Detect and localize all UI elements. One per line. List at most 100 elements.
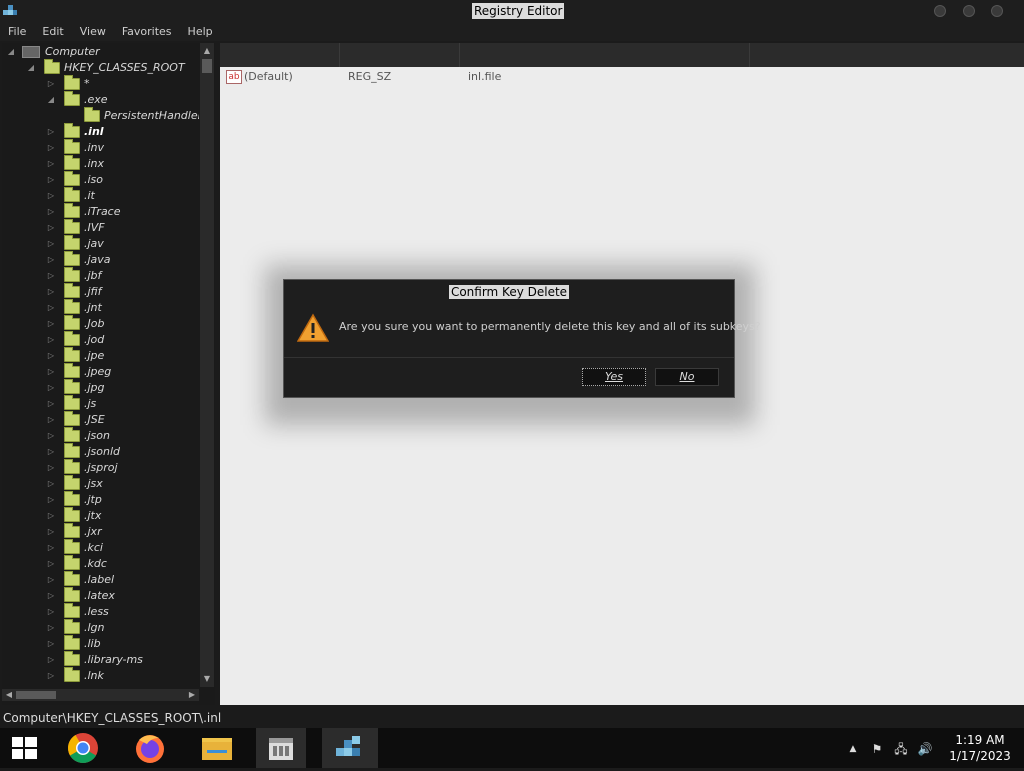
menu-file[interactable]: File xyxy=(0,22,34,41)
tree-item-label: * xyxy=(84,77,90,90)
column-type[interactable] xyxy=(340,43,460,67)
expand-arrow-icon[interactable]: ▷ xyxy=(46,156,56,172)
tree-item-label: .jod xyxy=(84,333,105,346)
expand-arrow-icon[interactable]: ▷ xyxy=(46,124,56,140)
expand-arrow-icon[interactable]: ▷ xyxy=(46,220,56,236)
tree-vertical-scrollbar[interactable]: ▲ ▼ xyxy=(200,43,214,687)
tree-item-label: .lnk xyxy=(84,669,104,682)
expand-arrow-icon[interactable]: ▷ xyxy=(46,284,56,300)
expand-arrow-icon[interactable]: ▷ xyxy=(46,444,56,460)
show-hidden-icons-icon[interactable]: ▲ xyxy=(845,741,861,757)
network-icon[interactable]: 🖧 xyxy=(893,741,909,757)
expand-arrow-icon[interactable]: ▷ xyxy=(46,364,56,380)
expand-arrow-icon[interactable]: ▷ xyxy=(46,348,56,364)
start-button[interactable] xyxy=(0,728,50,768)
scroll-up-icon[interactable]: ▲ xyxy=(201,45,213,57)
folder-icon xyxy=(64,379,80,394)
folder-icon xyxy=(64,427,80,442)
folder-icon xyxy=(84,107,100,122)
collapse-arrow-icon[interactable]: ◢ xyxy=(26,60,36,76)
expand-arrow-icon[interactable]: ▷ xyxy=(46,76,56,92)
tree-item-label: .java xyxy=(84,253,111,266)
close-button[interactable] xyxy=(991,5,1003,17)
menu-help[interactable]: Help xyxy=(180,22,221,41)
clock-date: 1/17/2023 xyxy=(949,749,1011,763)
folder-icon xyxy=(64,171,80,186)
registry-editor-icon xyxy=(3,5,17,15)
registry-editor-icon xyxy=(336,736,360,756)
expand-arrow-icon[interactable]: ▷ xyxy=(46,492,56,508)
window-title: Registry Editor xyxy=(472,3,565,19)
expand-arrow-icon[interactable]: ▷ xyxy=(46,140,56,156)
expand-arrow-icon[interactable]: ▷ xyxy=(46,300,56,316)
tree-horizontal-scrollbar[interactable]: ◀ ▶ xyxy=(2,689,199,701)
column-name[interactable] xyxy=(220,43,340,67)
expand-arrow-icon[interactable]: ▷ xyxy=(46,460,56,476)
scroll-down-icon[interactable]: ▼ xyxy=(201,673,213,685)
expand-arrow-icon[interactable]: ▷ xyxy=(46,476,56,492)
expand-arrow-icon[interactable]: ▷ xyxy=(46,428,56,444)
expand-arrow-icon[interactable]: ▷ xyxy=(46,172,56,188)
scroll-thumb[interactable] xyxy=(16,691,56,699)
expand-arrow-icon[interactable]: ▷ xyxy=(46,620,56,636)
store-taskbar-button[interactable] xyxy=(256,728,306,768)
menu-bar: File Edit View Favorites Help xyxy=(0,22,1024,41)
minimize-button[interactable] xyxy=(934,5,946,17)
collapse-arrow-icon[interactable]: ◢ xyxy=(46,92,56,108)
folder-icon xyxy=(64,315,80,330)
expand-arrow-icon[interactable]: ▷ xyxy=(46,588,56,604)
maximize-button[interactable] xyxy=(963,5,975,17)
expand-arrow-icon[interactable]: ▷ xyxy=(46,188,56,204)
tree-item-label: PersistentHandler xyxy=(104,109,199,122)
value-row[interactable]: ab (Default) REG_SZ inl.file xyxy=(220,69,1024,85)
expand-arrow-icon[interactable]: ▷ xyxy=(46,524,56,540)
yes-button[interactable]: Yes xyxy=(582,368,646,386)
expand-arrow-icon[interactable] xyxy=(66,108,76,124)
expand-arrow-icon[interactable]: ▷ xyxy=(46,556,56,572)
clock[interactable]: 1:19 AM 1/17/2023 xyxy=(944,732,1016,764)
firefox-taskbar-button[interactable] xyxy=(125,728,175,768)
scroll-right-icon[interactable]: ▶ xyxy=(186,689,198,701)
expand-arrow-icon[interactable]: ▷ xyxy=(46,204,56,220)
expand-arrow-icon[interactable]: ▷ xyxy=(46,668,56,684)
menu-view[interactable]: View xyxy=(72,22,114,41)
expand-arrow-icon[interactable]: ▷ xyxy=(46,572,56,588)
folder-icon xyxy=(64,155,80,170)
expand-arrow-icon[interactable]: ▷ xyxy=(46,604,56,620)
tree-item-label: .jsproj xyxy=(84,461,118,474)
expand-arrow-icon[interactable]: ▷ xyxy=(46,316,56,332)
tree-item-label: .jxr xyxy=(84,525,102,538)
column-data[interactable] xyxy=(460,43,750,67)
expand-arrow-icon[interactable]: ▷ xyxy=(46,412,56,428)
folder-icon xyxy=(44,59,60,74)
scroll-thumb[interactable] xyxy=(202,59,212,73)
expand-arrow-icon[interactable]: ▷ xyxy=(46,332,56,348)
tree-item-label: .jtp xyxy=(84,493,102,506)
folder-icon xyxy=(64,571,80,586)
expand-arrow-icon[interactable]: ▷ xyxy=(46,508,56,524)
expand-arrow-icon[interactable]: ▷ xyxy=(46,652,56,668)
chrome-taskbar-button[interactable] xyxy=(58,728,108,768)
folder-icon xyxy=(64,603,80,618)
no-button[interactable]: No xyxy=(655,368,719,386)
action-center-flag-icon[interactable]: ⚑ xyxy=(869,741,885,757)
expand-arrow-icon[interactable]: ▷ xyxy=(46,396,56,412)
expand-arrow-icon[interactable]: ▷ xyxy=(46,236,56,252)
registry-editor-taskbar-button[interactable] xyxy=(322,728,378,768)
menu-edit[interactable]: Edit xyxy=(34,22,71,41)
file-explorer-taskbar-button[interactable] xyxy=(192,728,242,768)
dialog-message: Are you sure you want to permanently del… xyxy=(339,320,761,333)
volume-icon[interactable]: 🔊 xyxy=(917,741,933,757)
collapse-arrow-icon[interactable]: ◢ xyxy=(6,44,16,60)
chrome-icon xyxy=(67,733,98,764)
expand-arrow-icon[interactable]: ▷ xyxy=(46,636,56,652)
menu-favorites[interactable]: Favorites xyxy=(114,22,180,41)
folder-icon xyxy=(64,411,80,426)
tree-item-label: .jfif xyxy=(84,285,102,298)
folder-icon xyxy=(64,443,80,458)
scroll-left-icon[interactable]: ◀ xyxy=(3,689,15,701)
expand-arrow-icon[interactable]: ▷ xyxy=(46,268,56,284)
expand-arrow-icon[interactable]: ▷ xyxy=(46,252,56,268)
expand-arrow-icon[interactable]: ▷ xyxy=(46,540,56,556)
expand-arrow-icon[interactable]: ▷ xyxy=(46,380,56,396)
